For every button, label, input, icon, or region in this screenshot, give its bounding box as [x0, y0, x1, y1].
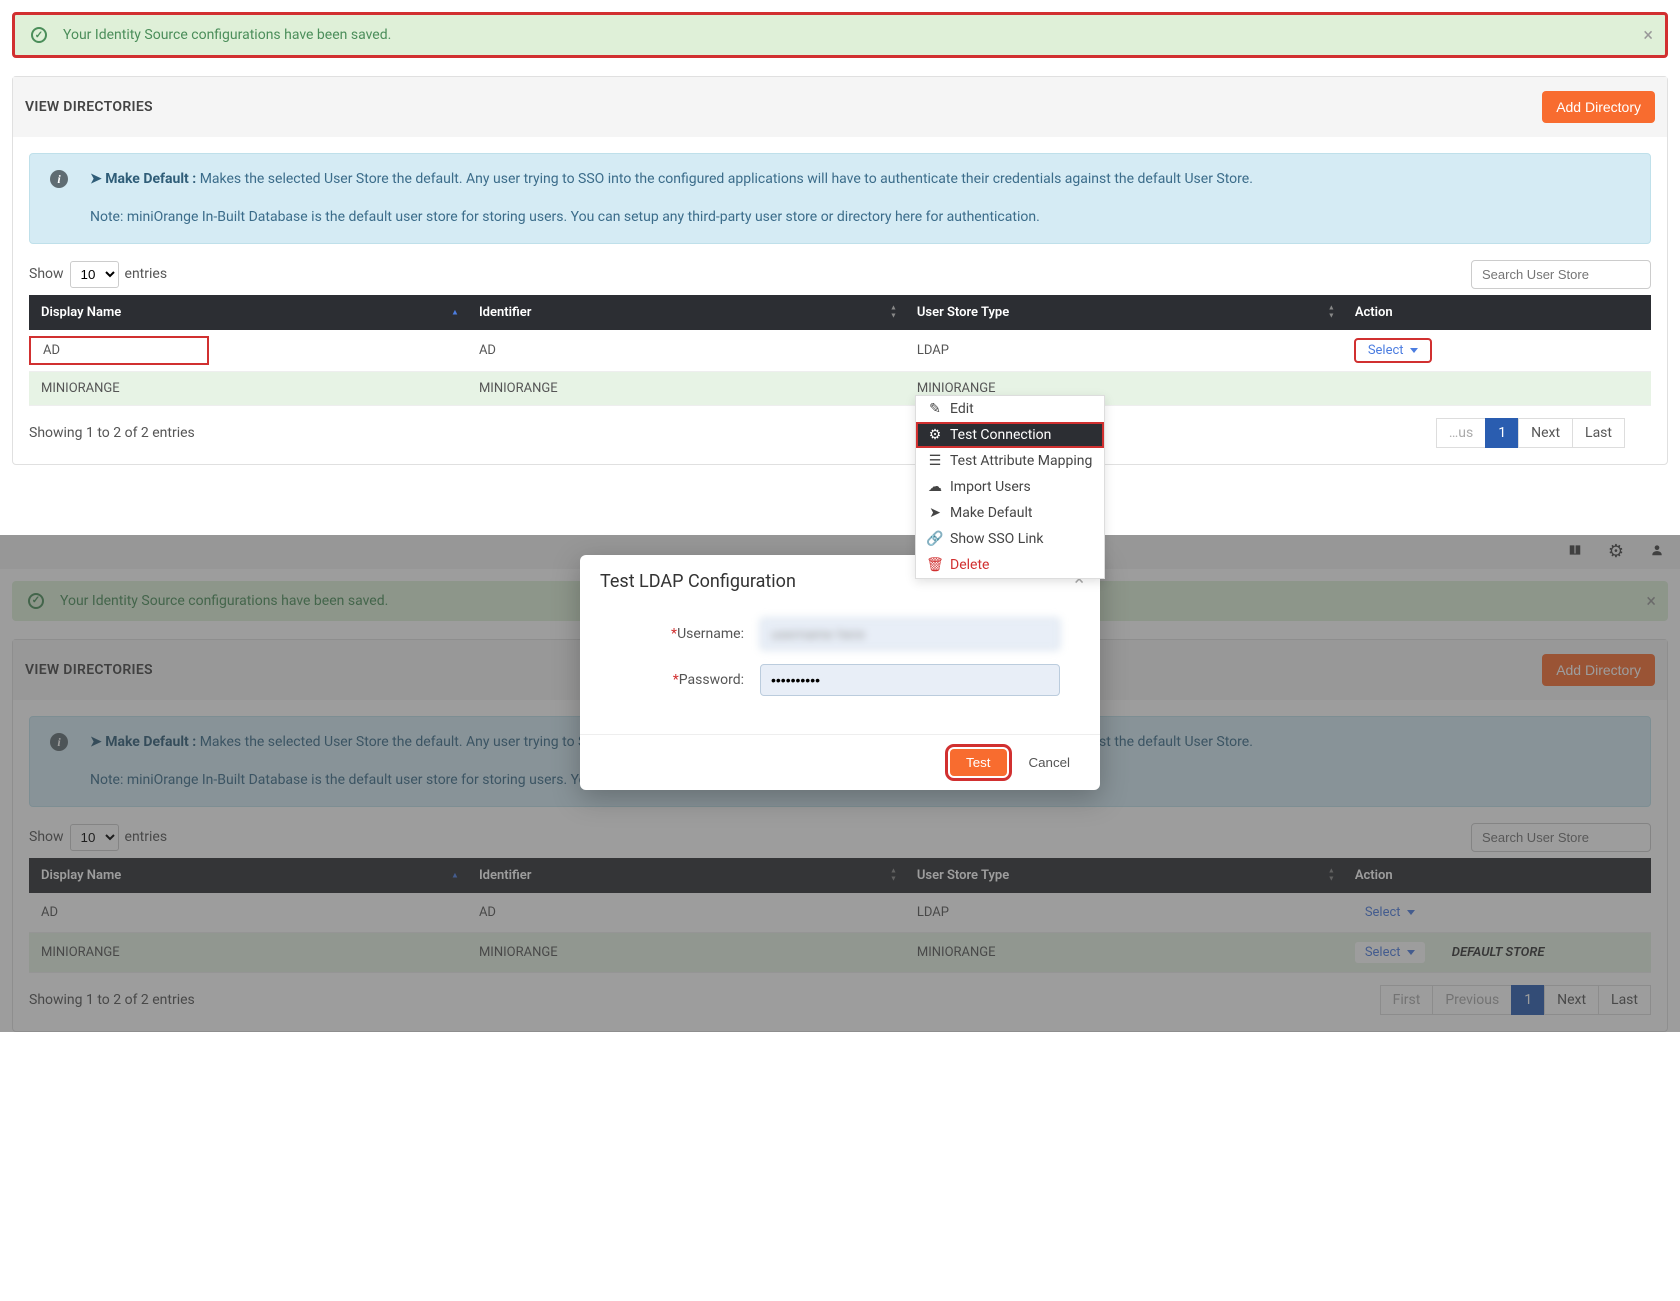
cell-type: LDAP — [905, 330, 1343, 372]
add-directory-button[interactable]: Add Directory — [1542, 91, 1655, 123]
section-modal-bg: Your Identity Source configurations have… — [0, 535, 1680, 1032]
cell-display-name: MINIORANGE — [29, 371, 467, 405]
menu-test-connection[interactable]: ⚙ Test Connection — [916, 422, 1104, 448]
row-select-dropdown[interactable]: Select — [1355, 339, 1431, 362]
col-action: Action — [1343, 295, 1651, 330]
sliders-icon: ☰ — [928, 453, 942, 469]
table-controls: Show 10 entries — [29, 260, 1651, 289]
menu-make-default[interactable]: ➤ Make Default — [916, 500, 1104, 526]
cell-identifier: MINIORANGE — [467, 371, 905, 405]
cursor-icon: ➤ — [90, 171, 105, 187]
pager-last[interactable]: Last — [1572, 418, 1625, 448]
cell-display-name: AD — [29, 336, 209, 365]
modal-body: *Username: *Password: — [580, 608, 1100, 734]
show-entries: Show 10 entries — [29, 261, 167, 288]
alert-text: Your Identity Source configurations have… — [63, 27, 391, 43]
col-identifier[interactable]: Identifier — [467, 295, 905, 330]
action-dropdown: ✎ Edit ⚙ Test Connection ☰ Test Attribut… — [915, 395, 1105, 579]
menu-show-sso-link[interactable]: 🔗 Show SSO Link — [916, 526, 1104, 552]
caret-down-icon — [1410, 348, 1418, 353]
table-row: AD AD LDAP Select — [29, 330, 1651, 372]
show-label: Show — [29, 266, 64, 282]
info-text: Makes the selected User Store the defaul… — [200, 171, 1253, 187]
link-icon: 🔗 — [928, 531, 942, 547]
sort-icon — [1328, 305, 1335, 320]
page-size-select[interactable]: 10 — [70, 261, 119, 288]
pager-next[interactable]: Next — [1518, 418, 1573, 448]
showing-info: Showing 1 to 2 of 2 entries — [29, 425, 195, 441]
directories-card: VIEW DIRECTORIES Add Directory i ➤ Make … — [12, 76, 1668, 465]
directories-table: Display Name Identifier User Store Type … — [29, 295, 1651, 406]
card-header: VIEW DIRECTORIES Add Directory — [13, 77, 1667, 137]
info-bold: Make Default : — [105, 171, 196, 187]
edit-icon: ✎ — [928, 401, 942, 417]
sort-icon — [890, 305, 897, 320]
pagination: …us 1 Next Last — [1414, 418, 1625, 448]
section-modal: Your Identity Source configurations have… — [0, 535, 1680, 1032]
search-input[interactable] — [1471, 260, 1651, 289]
cell-identifier: AD — [467, 330, 905, 372]
alert-saved: Your Identity Source configurations have… — [12, 12, 1668, 58]
modal-title: Test LDAP Configuration — [600, 571, 796, 592]
info-line-1: ➤ Make Default : Makes the selected User… — [90, 168, 1634, 190]
card-title: VIEW DIRECTORIES — [25, 99, 153, 115]
pager-previous[interactable]: …us — [1436, 418, 1486, 448]
test-button[interactable]: Test — [950, 749, 1006, 776]
menu-test-attribute-mapping[interactable]: ☰ Test Attribute Mapping — [916, 448, 1104, 474]
username-label: *Username: — [620, 626, 760, 642]
test-ldap-modal: Test LDAP Configuration × *Username: *Pa… — [580, 555, 1100, 790]
col-user-store-type[interactable]: User Store Type — [905, 295, 1343, 330]
trash-icon: 🗑 — [928, 557, 942, 573]
info-icon: i — [50, 170, 68, 188]
modal-footer: Test Cancel — [580, 734, 1100, 790]
check-circle-icon — [31, 27, 47, 43]
cloud-upload-icon: ☁ — [928, 479, 942, 495]
pointer-icon: ➤ — [928, 505, 942, 521]
info-box: i ➤ Make Default : Makes the selected Us… — [29, 153, 1651, 244]
menu-import-users[interactable]: ☁ Import Users — [916, 474, 1104, 500]
info-note: Note: miniOrange In-Built Database is th… — [90, 206, 1634, 228]
password-input[interactable] — [760, 664, 1060, 696]
username-input[interactable] — [760, 618, 1060, 650]
col-display-name[interactable]: Display Name — [29, 295, 467, 330]
entries-label: entries — [125, 266, 168, 282]
cogs-icon: ⚙ — [928, 427, 942, 443]
alert-close-icon[interactable]: × — [1643, 25, 1653, 46]
table-row: MINIORANGE MINIORANGE MINIORANGE — [29, 371, 1651, 405]
pager-page-1[interactable]: 1 — [1485, 418, 1519, 448]
cancel-button[interactable]: Cancel — [1019, 749, 1081, 776]
section-directories: Your Identity Source configurations have… — [0, 12, 1680, 465]
table-footer: Showing 1 to 2 of 2 entries …us 1 Next L… — [29, 418, 1651, 448]
menu-delete[interactable]: 🗑 Delete — [916, 552, 1104, 578]
menu-edit[interactable]: ✎ Edit — [916, 396, 1104, 422]
password-label: *Password: — [620, 672, 760, 688]
